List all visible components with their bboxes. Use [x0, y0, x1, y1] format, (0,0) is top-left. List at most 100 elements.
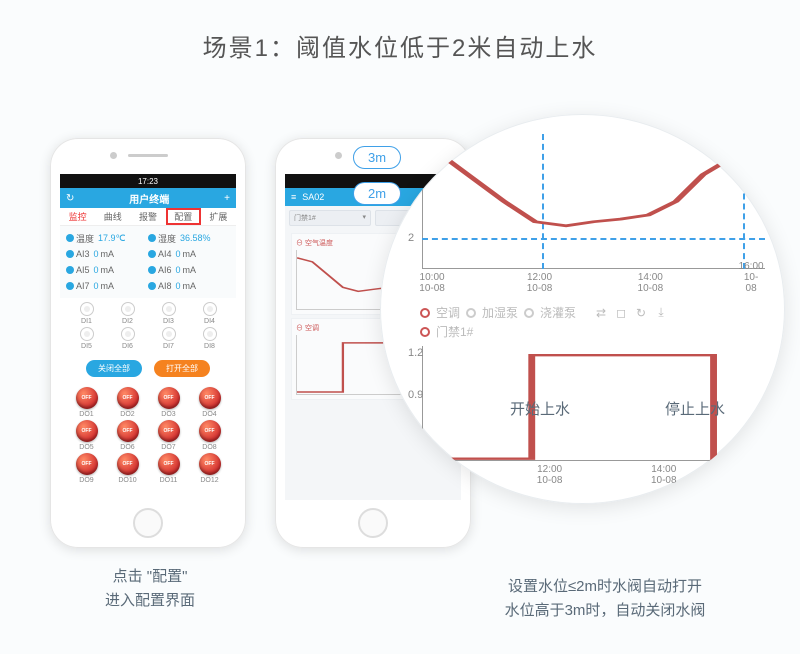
- do-toggle[interactable]: OFF: [117, 387, 139, 409]
- tab-config[interactable]: 配置: [166, 208, 201, 225]
- do-item[interactable]: OFFDO5: [66, 420, 107, 451]
- di-item[interactable]: DI3: [148, 302, 189, 325]
- do-toggle[interactable]: OFF: [117, 453, 139, 475]
- do-item[interactable]: OFF DO12: [189, 453, 230, 484]
- badge-3m: 3m: [353, 146, 401, 169]
- do-toggle[interactable]: OFF: [158, 453, 180, 475]
- do-item[interactable]: OFFDO6: [107, 420, 148, 451]
- do-grid: OFFDO1OFFDO2OFFDO3OFFDO4OFFDO5OFFDO6OFFD…: [60, 383, 236, 488]
- di-grid: DI1DI2DI3DI4 DI5DI6DI7DI8: [60, 298, 236, 354]
- do-toggle[interactable]: OFF: [76, 420, 98, 442]
- humidity-icon: [148, 234, 156, 242]
- sensor-value: 0: [94, 249, 99, 259]
- do-item[interactable]: OFFDO10: [107, 453, 148, 484]
- do-label: DO1: [66, 411, 107, 418]
- do-toggle[interactable]: OFF: [199, 387, 221, 409]
- x-tick: 12:0010-08: [537, 464, 563, 486]
- dropdown-1[interactable]: 门禁1#▾: [289, 210, 371, 226]
- do-item[interactable]: OFFDO2: [107, 387, 148, 418]
- x-tick: 0: [426, 475, 432, 486]
- download-icon[interactable]: ⤓: [654, 306, 668, 320]
- legend-bottom: 空调: [305, 325, 319, 332]
- di-indicator: [121, 302, 135, 316]
- do-item[interactable]: OFFDO9: [66, 453, 107, 484]
- sensor-unit: mA: [101, 265, 115, 275]
- do-item[interactable]: OFF DO8: [189, 420, 230, 451]
- do-item[interactable]: OFF DO7: [148, 420, 189, 451]
- phone-1: 17:23 ↻ 用户终端 + 监控 曲线 报警 配置 扩展 温度 17.9℃ 湿…: [50, 138, 246, 548]
- di-item[interactable]: DI8: [189, 327, 230, 350]
- di-item[interactable]: DI5: [66, 327, 107, 350]
- sensor-unit: mA: [101, 281, 115, 291]
- do-label: DO8: [189, 444, 230, 451]
- temp-value: 17.9℃: [98, 233, 126, 244]
- temp-label: 温度: [76, 232, 94, 245]
- do-toggle[interactable]: OFF: [76, 453, 98, 475]
- add-icon[interactable]: +: [224, 193, 230, 204]
- humid-value: 36.58%: [180, 233, 211, 243]
- close-all-button[interactable]: 关闭全部: [86, 360, 142, 377]
- di-item[interactable]: DI1: [66, 302, 107, 325]
- y-tick: 0.9: [408, 389, 423, 401]
- status-time: 17:23: [138, 177, 158, 186]
- di-indicator: [162, 327, 176, 341]
- do-label: DO3: [148, 411, 189, 418]
- y-tick: 0.6: [408, 431, 423, 443]
- di-label: DI7: [148, 343, 189, 350]
- do-item[interactable]: OFF DO1: [66, 387, 107, 418]
- lock-icon[interactable]: ◻: [614, 306, 628, 320]
- y-tick: 3: [408, 157, 414, 169]
- sensor-name: AI5: [76, 265, 90, 275]
- sensor-icon: [148, 282, 156, 290]
- legend-top: 空气温度: [305, 240, 333, 247]
- do-toggle[interactable]: OFF: [158, 387, 180, 409]
- do-toggle[interactable]: OFF: [158, 420, 180, 442]
- phone-1-screen: 17:23 ↻ 用户终端 + 监控 曲线 报警 配置 扩展 温度 17.9℃ 湿…: [60, 174, 236, 500]
- page-title: 场景1：阈值水位低于2米自动上水: [0, 0, 800, 63]
- do-toggle[interactable]: OFF: [117, 420, 139, 442]
- do-toggle[interactable]: OFF: [199, 420, 221, 442]
- sensor-name: AI4: [158, 249, 172, 259]
- sensor-icon: [66, 282, 74, 290]
- caption-left: 点击 "配置" 进入配置界面: [60, 565, 240, 613]
- tab-monitor[interactable]: 监控: [60, 208, 95, 225]
- tab-extend[interactable]: 扩展: [201, 208, 236, 225]
- do-item[interactable]: OFF DO11: [148, 453, 189, 484]
- humid-label: 湿度: [158, 232, 176, 245]
- home-button[interactable]: [133, 508, 163, 538]
- do-label: DO7: [148, 444, 189, 451]
- menu-icon[interactable]: ≡: [291, 192, 296, 202]
- tab-alarm[interactable]: 报警: [130, 208, 165, 225]
- di-label: DI8: [189, 343, 230, 350]
- di-item[interactable]: DI6: [107, 327, 148, 350]
- di-label: DI2: [107, 318, 148, 325]
- do-label: DO12: [189, 477, 230, 484]
- do-item[interactable]: OFF DO3: [148, 387, 189, 418]
- y-tick: 2: [408, 232, 414, 244]
- legend-ac: 空调: [436, 304, 460, 321]
- x-tick: 12:0010-08: [527, 272, 553, 294]
- open-all-button[interactable]: 打开全部: [154, 360, 210, 377]
- sensor-icon: [148, 266, 156, 274]
- sensor-unit: mA: [183, 281, 197, 291]
- di-item[interactable]: DI7: [148, 327, 189, 350]
- do-toggle[interactable]: OFF: [76, 387, 98, 409]
- anno-stop: 停止上水: [665, 398, 725, 419]
- refresh-icon[interactable]: ↻: [634, 306, 648, 320]
- di-item[interactable]: DI4: [189, 302, 230, 325]
- do-item[interactable]: OFFDO4: [189, 387, 230, 418]
- sensor-value: 0: [94, 281, 99, 291]
- valve-state-chart: 1.20.90.6 012:0010-0814:0010-08 开始上水 停止上…: [400, 346, 765, 486]
- home-button-2[interactable]: [358, 508, 388, 538]
- do-toggle[interactable]: OFF: [199, 453, 221, 475]
- di-item[interactable]: DI2: [107, 302, 148, 325]
- refresh-icon[interactable]: ↻: [66, 193, 74, 204]
- swap-icon[interactable]: ⇄: [594, 306, 608, 320]
- do-label: DO11: [148, 477, 189, 484]
- sensor-unit: mA: [183, 249, 197, 259]
- tab-curve[interactable]: 曲线: [95, 208, 130, 225]
- di-indicator: [121, 327, 135, 341]
- app-title: 用户终端: [129, 191, 169, 206]
- legend-door: 门禁1#: [436, 323, 473, 340]
- sensor-icon: [148, 250, 156, 258]
